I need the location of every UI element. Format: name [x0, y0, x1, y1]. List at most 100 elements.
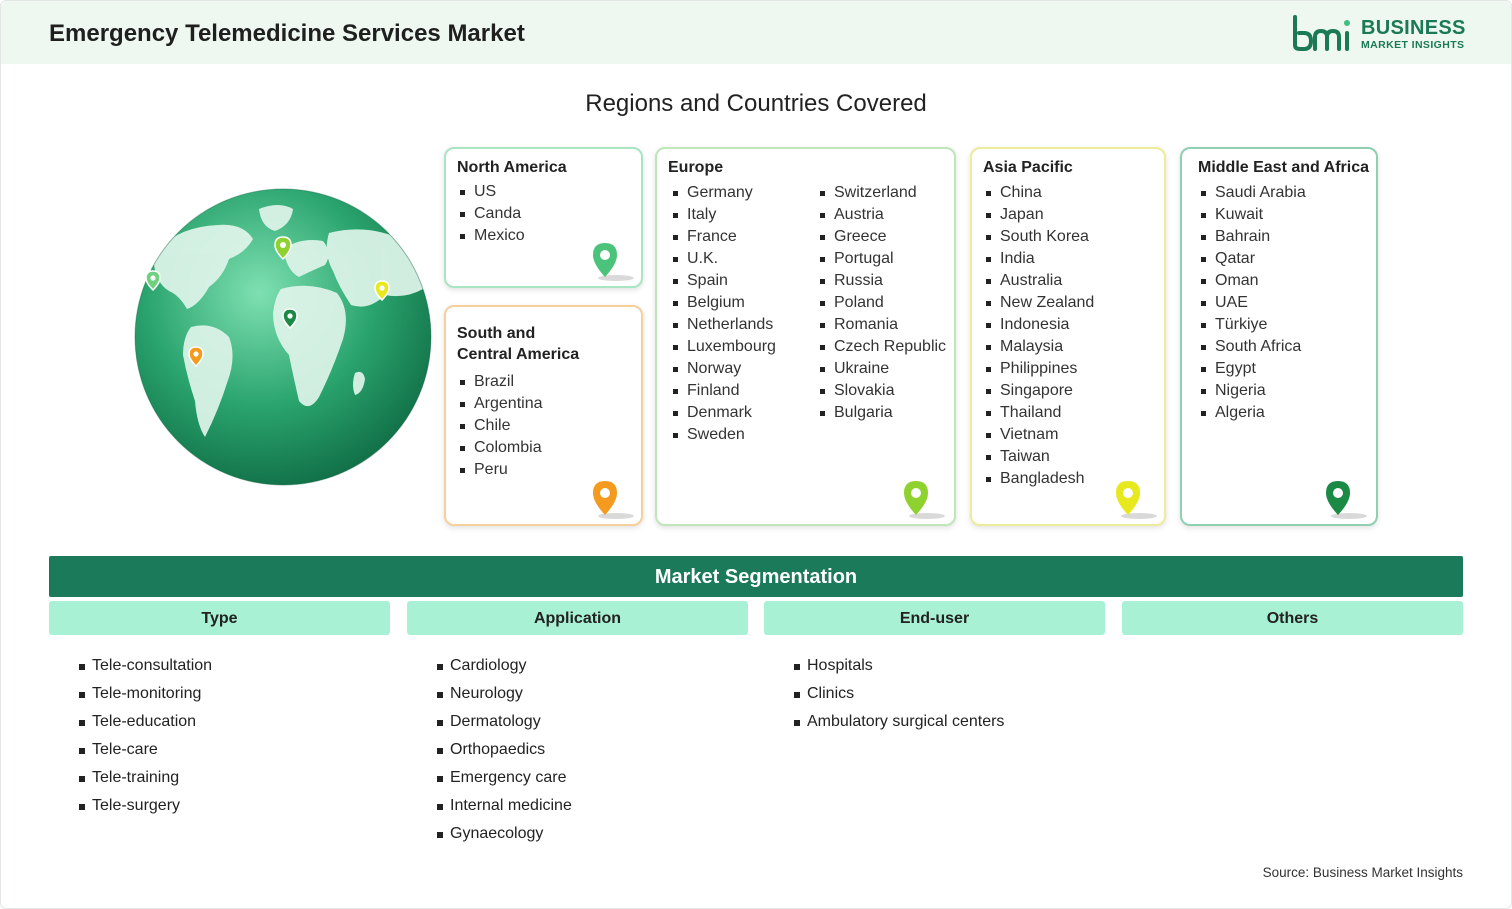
segment-item: Tele-surgery	[79, 792, 212, 820]
region-card-north-america: North America US Canda Mexico	[444, 147, 643, 288]
country-item: Switzerland	[818, 182, 946, 204]
segment-item: Tele-training	[79, 764, 212, 792]
country-item: China	[984, 182, 1094, 204]
country-item: Saudi Arabia	[1199, 182, 1306, 204]
country-item: Indonesia	[984, 314, 1094, 336]
segment-item: Neurology	[437, 680, 572, 708]
country-item: Malaysia	[984, 336, 1094, 358]
country-item: France	[671, 226, 776, 248]
country-item: US	[458, 181, 525, 203]
country-item: Philippines	[984, 358, 1094, 380]
country-item: Algeria	[1199, 402, 1306, 424]
segment-item: Tele-care	[79, 736, 212, 764]
regions-section-title: Regions and Countries Covered	[585, 90, 927, 117]
segment-item: Ambulatory surgical centers	[794, 708, 1004, 736]
country-item: Ukraine	[818, 358, 946, 380]
region-card-south-central-america: South and Central America Brazil Argenti…	[444, 305, 643, 526]
country-item: South Korea	[984, 226, 1094, 248]
region-card-europe: Europe Germany Italy France U.K. Spain B…	[655, 147, 956, 526]
country-item: Vietnam	[984, 424, 1094, 446]
logo-text-business: BUSINESS	[1361, 17, 1466, 39]
country-item: Romania	[818, 314, 946, 336]
segment-header-application: Application	[407, 601, 748, 635]
map-pin-icon	[1116, 481, 1157, 519]
country-item: Poland	[818, 292, 946, 314]
logo-text-market-insights: MARKET INSIGHTS	[1361, 39, 1465, 51]
country-item: Australia	[984, 270, 1094, 292]
country-item: Spain	[671, 270, 776, 292]
region-title: Europe	[668, 159, 724, 176]
country-item: Thailand	[984, 402, 1094, 424]
segment-item: Tele-monitoring	[79, 680, 212, 708]
segment-item: Orthopaedics	[437, 736, 572, 764]
country-item: Netherlands	[671, 314, 776, 336]
country-item: Canda	[458, 203, 525, 225]
country-item: Italy	[671, 204, 776, 226]
segment-item: Gynaecology	[437, 820, 572, 848]
segment-header-type: Type	[49, 601, 390, 635]
globe-icon	[134, 188, 432, 486]
country-item: Mexico	[458, 225, 525, 247]
segment-item: Internal medicine	[437, 792, 572, 820]
country-item: Taiwan	[984, 446, 1094, 468]
country-list: China Japan South Korea India Australia …	[984, 182, 1094, 490]
country-item: Sweden	[671, 424, 776, 446]
country-item: U.K.	[671, 248, 776, 270]
country-item: Brazil	[458, 371, 543, 393]
segment-list-end-user: Hospitals Clinics Ambulatory surgical ce…	[794, 652, 1004, 736]
country-list: Brazil Argentina Chile Colombia Peru	[458, 371, 543, 481]
country-item: Türkiye	[1199, 314, 1306, 336]
country-list-col2: Switzerland Austria Greece Portugal Russ…	[818, 182, 946, 424]
country-item: UAE	[1199, 292, 1306, 314]
segment-item: Dermatology	[437, 708, 572, 736]
segment-item: Clinics	[794, 680, 1004, 708]
country-item: Bulgaria	[818, 402, 946, 424]
header-bar: Emergency Telemedicine Services Market B…	[1, 1, 1511, 64]
segment-header-end-user: End-user	[764, 601, 1105, 635]
brand-logo: BUSINESS MARKET INSIGHTS	[1291, 15, 1471, 55]
region-title-line: South and	[457, 325, 536, 342]
country-item: Russia	[818, 270, 946, 292]
segment-header-others: Others	[1122, 601, 1463, 635]
country-item: Japan	[984, 204, 1094, 226]
country-item: Luxembourg	[671, 336, 776, 358]
segment-item: Emergency care	[437, 764, 572, 792]
region-card-middle-east-africa: Middle East and Africa Saudi Arabia Kuwa…	[1180, 147, 1378, 526]
region-title: Asia Pacific	[983, 159, 1073, 176]
country-item: Nigeria	[1199, 380, 1306, 402]
map-pin-icon	[593, 243, 634, 281]
segment-item: Cardiology	[437, 652, 572, 680]
map-pin-icon	[593, 481, 634, 519]
region-title: North America	[457, 159, 567, 176]
country-item: India	[984, 248, 1094, 270]
segment-item: Tele-consultation	[79, 652, 212, 680]
country-item: Finland	[671, 380, 776, 402]
country-item: Denmark	[671, 402, 776, 424]
country-item: Slovakia	[818, 380, 946, 402]
region-title-line: Central America	[457, 346, 580, 363]
country-item: Czech Republic	[818, 336, 946, 358]
country-list: US Canda Mexico	[458, 181, 525, 247]
region-card-asia-pacific: Asia Pacific China Japan South Korea Ind…	[970, 147, 1166, 526]
page-title: Emergency Telemedicine Services Market	[49, 20, 525, 47]
segment-item: Hospitals	[794, 652, 1004, 680]
segmentation-title-bar: Market Segmentation	[49, 556, 1463, 597]
region-title: Middle East and Africa	[1198, 159, 1369, 176]
segment-list-application: Cardiology Neurology Dermatology Orthopa…	[437, 652, 572, 848]
country-item: New Zealand	[984, 292, 1094, 314]
segment-list-type: Tele-consultation Tele-monitoring Tele-e…	[79, 652, 212, 820]
country-list: Saudi Arabia Kuwait Bahrain Qatar Oman U…	[1199, 182, 1306, 424]
segment-item: Tele-education	[79, 708, 212, 736]
map-pin-icon	[904, 481, 945, 519]
country-item: Germany	[671, 182, 776, 204]
country-item: Colombia	[458, 437, 543, 459]
country-item: Chile	[458, 415, 543, 437]
country-item: Greece	[818, 226, 946, 248]
region-title: South and Central America	[457, 323, 579, 365]
country-list-col1: Germany Italy France U.K. Spain Belgium …	[671, 182, 776, 446]
country-item: Argentina	[458, 393, 543, 415]
bmi-logo-icon	[1293, 15, 1350, 51]
country-item: Norway	[671, 358, 776, 380]
country-item: South Africa	[1199, 336, 1306, 358]
country-item: Bangladesh	[984, 468, 1094, 490]
